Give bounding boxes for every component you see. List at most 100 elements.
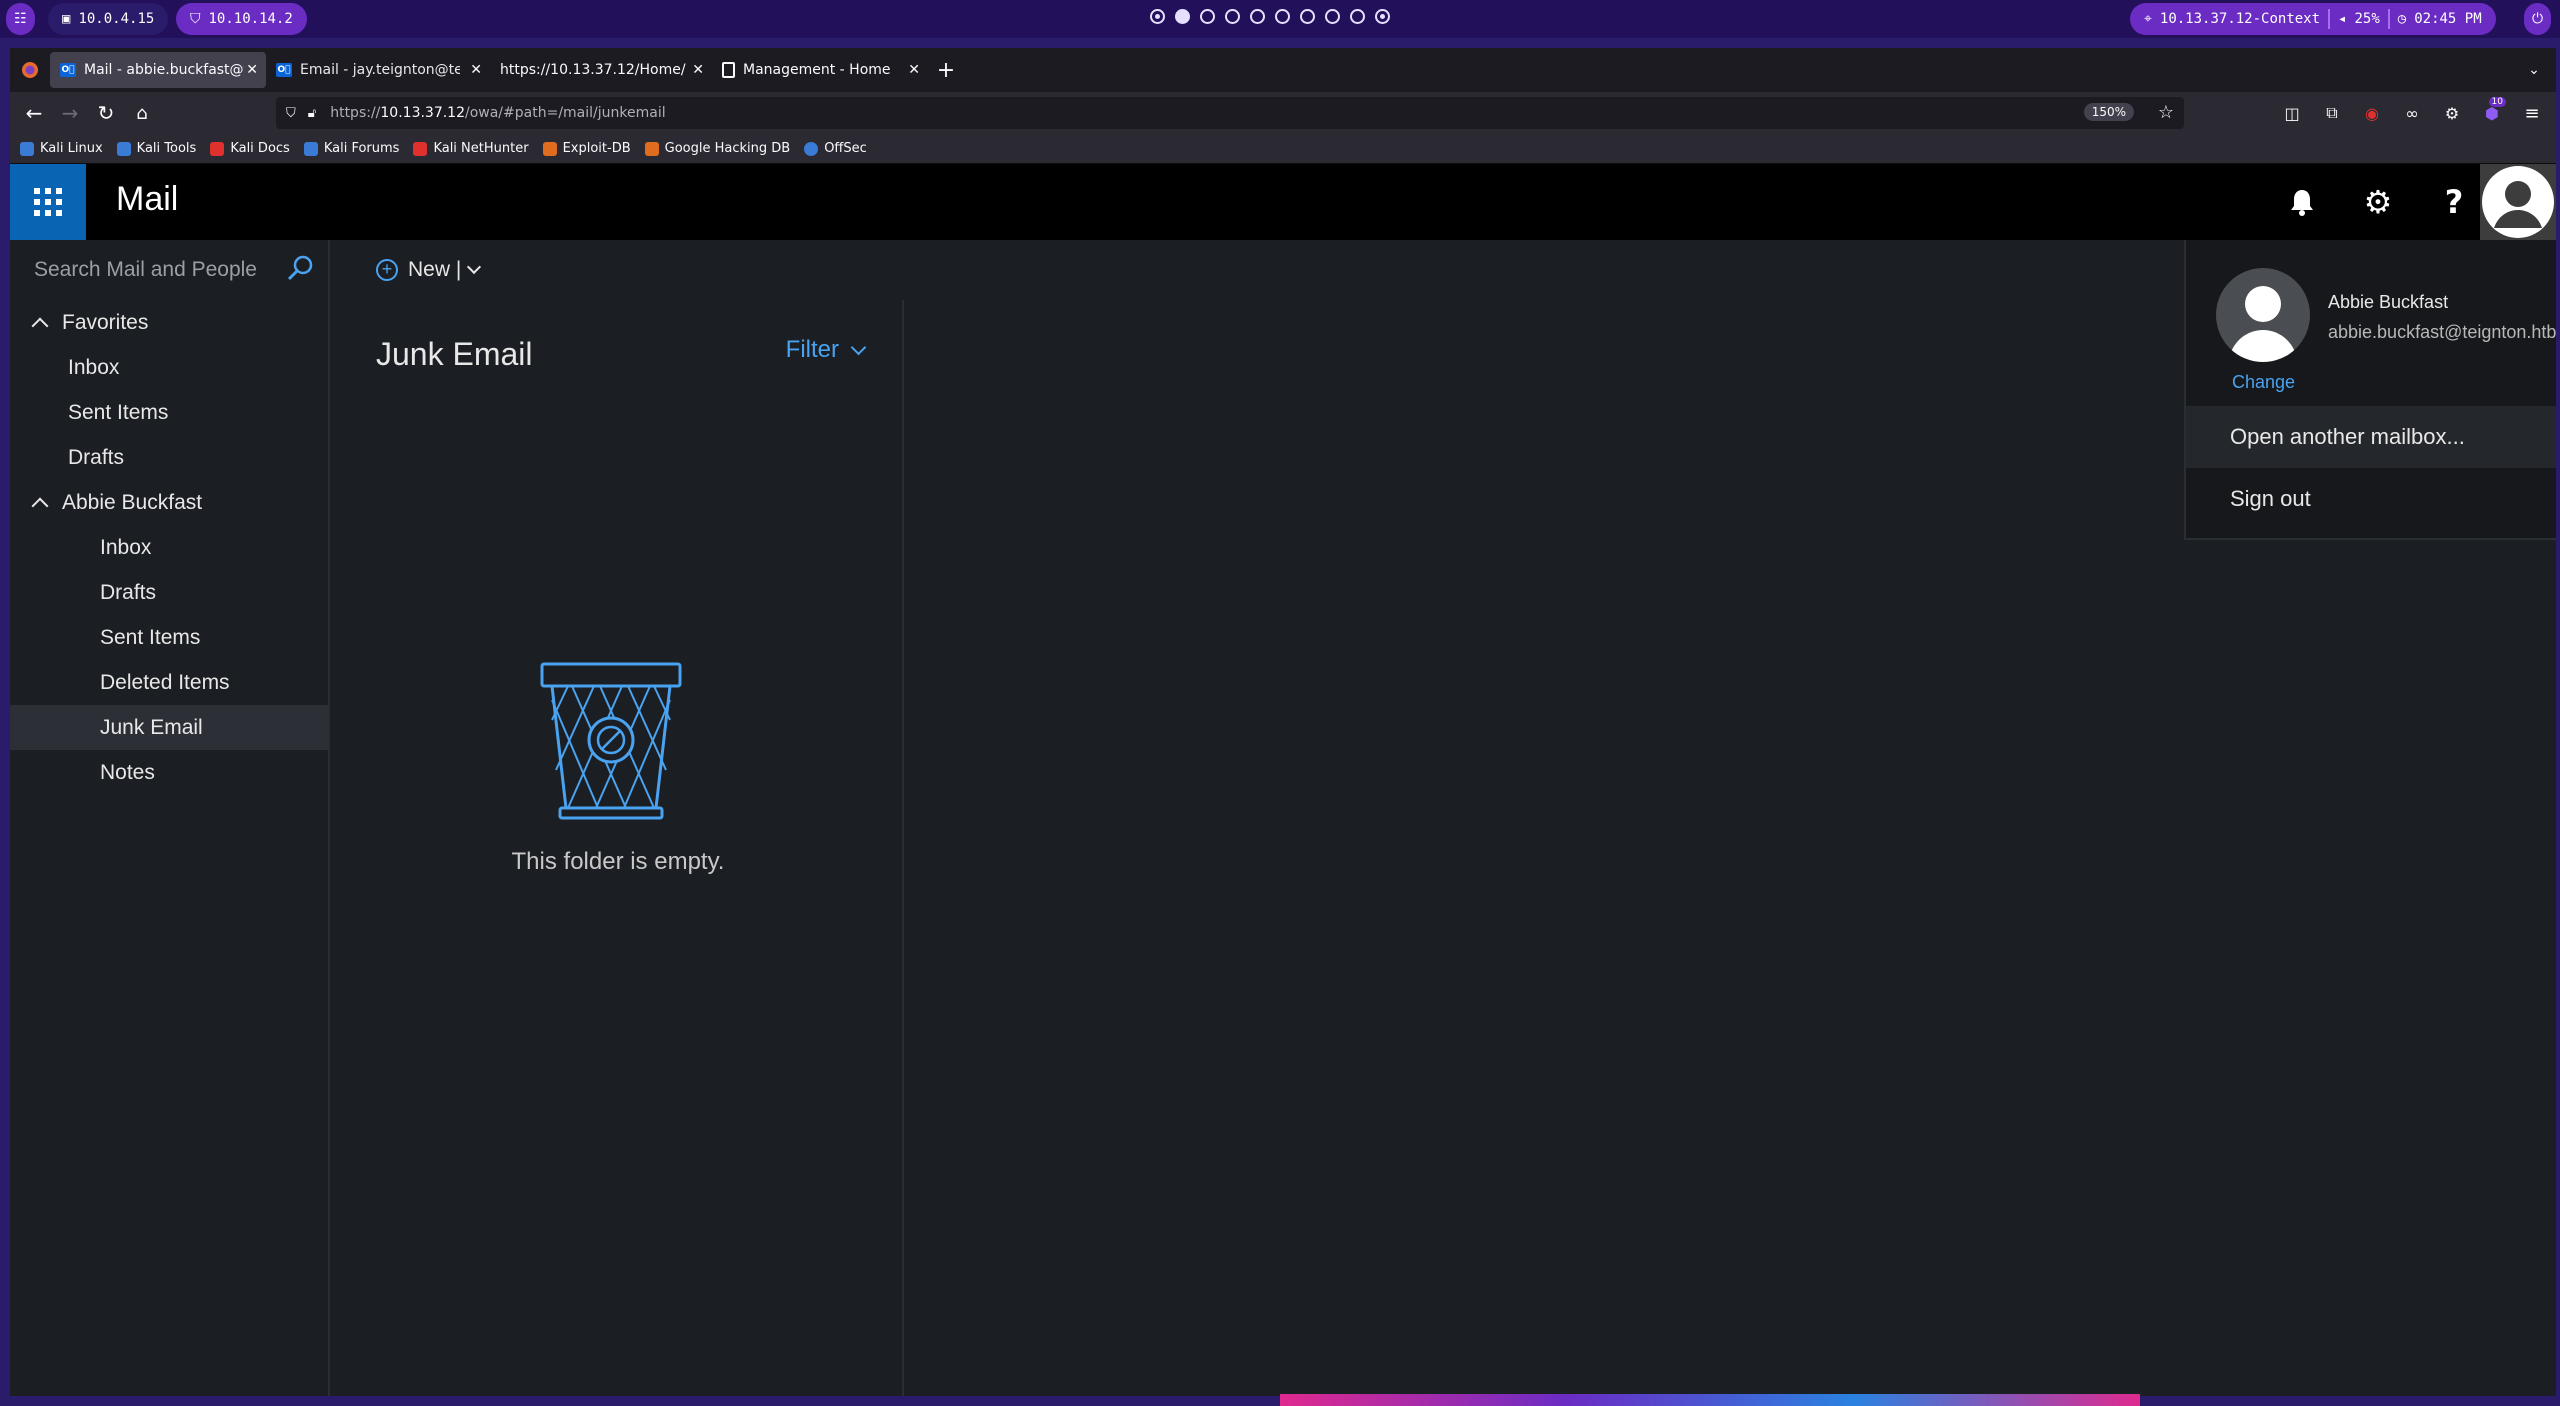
- tab-close-icon[interactable]: ✕: [246, 62, 258, 78]
- workspace-5[interactable]: [1250, 9, 1265, 24]
- sign-out-option[interactable]: Sign out: [2186, 468, 2556, 530]
- filter-button[interactable]: Filter: [785, 336, 867, 364]
- nethunter-icon: [413, 141, 428, 156]
- tab-close-icon[interactable]: ✕: [692, 62, 704, 78]
- tab-mail-abbie[interactable]: O⃞ Mail - abbie.buckfast@teig ✕: [50, 52, 266, 88]
- url-scheme: https://: [330, 105, 381, 121]
- tab-title: Mail - abbie.buckfast@teig: [84, 62, 244, 78]
- volume-icon[interactable]: ◂: [2338, 11, 2346, 27]
- extensions-toolbar: ◫ ⧉ ◉ ∞ ⚙ ⬢ 10 ≡: [2274, 92, 2556, 134]
- hamburger-menu-icon[interactable]: ≡: [2514, 95, 2550, 131]
- bookmark-google-hacking-db[interactable]: Google Hacking DB: [644, 141, 790, 156]
- open-another-mailbox-option[interactable]: Open another mailbox...: [2186, 406, 2556, 468]
- tab-email-jay[interactable]: O⃞ Email - jay.teignton@teign ✕: [266, 52, 490, 88]
- chevron-up-icon[interactable]: [31, 497, 49, 514]
- favorites-header[interactable]: Favorites: [10, 300, 328, 345]
- workspace-9[interactable]: [1350, 9, 1365, 24]
- bookmark-kali-docs[interactable]: Kali Docs: [210, 141, 290, 156]
- folder-junk-email[interactable]: Junk Email: [10, 705, 328, 750]
- power-icon[interactable]: ⏻: [2532, 11, 2543, 27]
- browser-window: O⃞ Mail - abbie.buckfast@teig ✕ O⃞ Email…: [10, 48, 2556, 1396]
- list-tabs-chevron-icon[interactable]: ⌄: [2516, 52, 2552, 88]
- tracking-shield-icon[interactable]: ⛉: [286, 106, 296, 121]
- workspace-6[interactable]: [1275, 9, 1290, 24]
- search-input[interactable]: Search Mail and People: [10, 240, 328, 300]
- favorite-drafts[interactable]: Drafts: [10, 435, 328, 480]
- ip-eth0: 10.0.4.15: [78, 11, 155, 27]
- grid-menu-icon[interactable]: ☷: [14, 11, 27, 27]
- lock-warning-icon[interactable]: 🔓︎: [308, 106, 316, 121]
- chevron-down-icon: [850, 339, 867, 355]
- message-list-pane: Junk Email Filter This folder is empty.: [332, 300, 904, 1396]
- workspace-3[interactable]: [1200, 9, 1215, 24]
- favorites-label: Favorites: [62, 310, 149, 334]
- new-message-button[interactable]: New |: [408, 258, 461, 282]
- filter-label: Filter: [785, 336, 839, 363]
- folder-drafts[interactable]: Drafts: [10, 570, 328, 615]
- folder-sent-items[interactable]: Sent Items: [10, 615, 328, 660]
- folder-deleted-items[interactable]: Deleted Items: [10, 660, 328, 705]
- folder-inbox[interactable]: Inbox: [10, 525, 328, 570]
- folder-notes[interactable]: Notes: [10, 750, 328, 795]
- forward-arrow-icon[interactable]: →: [52, 95, 88, 131]
- bookmark-kali-nethunter[interactable]: Kali NetHunter: [413, 141, 529, 156]
- workspace-8[interactable]: [1325, 9, 1340, 24]
- mailbox-header[interactable]: Abbie Buckfast: [10, 480, 328, 525]
- bookmark-kali-tools[interactable]: Kali Tools: [116, 141, 196, 156]
- reload-icon[interactable]: ↻: [88, 95, 124, 131]
- search-icon[interactable]: [286, 254, 314, 282]
- url-path: /owa/#path=/mail/junkemail: [465, 105, 666, 121]
- workspace-2[interactable]: [1175, 9, 1190, 24]
- tab-title: Email - jay.teignton@teign: [300, 62, 460, 78]
- ip-tun0: 10.10.14.2: [208, 11, 293, 27]
- new-dropdown-chevron-icon[interactable]: [467, 259, 482, 275]
- back-arrow-icon[interactable]: ←: [16, 95, 52, 131]
- change-photo-link[interactable]: Change: [2232, 372, 2295, 393]
- bookmark-exploit-db[interactable]: Exploit-DB: [542, 141, 631, 156]
- firefox-menu-icon[interactable]: [10, 61, 50, 79]
- settings-gear-icon[interactable]: ⚙: [2340, 164, 2416, 240]
- time-label: 02:45 PM: [2414, 11, 2482, 27]
- tab-home-start[interactable]: https://10.13.37.12/Home/Sta ✕: [490, 52, 712, 88]
- tab-management-home[interactable]: Management - Home ✕: [712, 52, 928, 88]
- glasses-icon[interactable]: ∞: [2394, 95, 2430, 131]
- app-launcher-waffle-icon[interactable]: [10, 164, 86, 240]
- account-avatar[interactable]: [2216, 268, 2310, 362]
- extension-badge-icon[interactable]: ⬢ 10: [2474, 95, 2510, 131]
- home-icon[interactable]: ⌂: [124, 95, 160, 131]
- bookmark-label: Exploit-DB: [562, 141, 631, 156]
- new-plus-icon[interactable]: +: [376, 259, 398, 281]
- bookmark-offsec[interactable]: OffSec: [804, 141, 867, 156]
- target-icon: ⌖: [2144, 11, 2152, 27]
- bookmark-kali-linux[interactable]: Kali Linux: [20, 141, 103, 156]
- notifications-bell-icon[interactable]: [2264, 164, 2340, 240]
- foxyproxy-icon[interactable]: ◉: [2354, 95, 2390, 131]
- chevron-up-icon[interactable]: [31, 317, 49, 334]
- tab-close-icon[interactable]: ✕: [908, 62, 920, 78]
- favorite-inbox[interactable]: Inbox: [10, 345, 328, 390]
- user-avatar-button[interactable]: [2480, 164, 2556, 240]
- favorite-sent-items[interactable]: Sent Items: [10, 390, 328, 435]
- menu-pill[interactable]: ☷: [6, 3, 35, 35]
- tab-close-icon[interactable]: ✕: [470, 62, 482, 78]
- workspace-4[interactable]: [1225, 9, 1240, 24]
- new-tab-plus-icon[interactable]: +: [928, 52, 964, 88]
- account-email: abbie.buckfast@teignton.htb: [2328, 322, 2556, 342]
- pocket-icon[interactable]: ◫: [2274, 95, 2310, 131]
- zoom-level-badge[interactable]: 150%: [2083, 103, 2134, 121]
- bookmark-label: Kali Linux: [40, 141, 103, 156]
- workspace-switcher[interactable]: [1150, 9, 1390, 24]
- bookmark-kali-forums[interactable]: Kali Forums: [303, 141, 399, 156]
- cookie-icon[interactable]: ⚙: [2434, 95, 2470, 131]
- offsec-icon: [804, 141, 819, 156]
- bookmark-star-icon[interactable]: ☆: [2158, 102, 2174, 123]
- url-bar[interactable]: ⛉ 🔓︎ https:// 10.13.37.12 /owa/#path=/ma…: [276, 97, 2184, 129]
- url-domain: 10.13.37.12: [380, 105, 465, 121]
- workspace-1[interactable]: [1150, 9, 1165, 24]
- power-pill[interactable]: ⏻: [2524, 3, 2552, 35]
- extensions-puzzle-icon[interactable]: ⧉: [2314, 95, 2350, 131]
- tab-title: https://10.13.37.12/Home/Sta: [500, 62, 686, 78]
- outlook-favicon: O⃞: [276, 63, 292, 77]
- workspace-7[interactable]: [1300, 9, 1315, 24]
- workspace-10[interactable]: [1375, 9, 1390, 24]
